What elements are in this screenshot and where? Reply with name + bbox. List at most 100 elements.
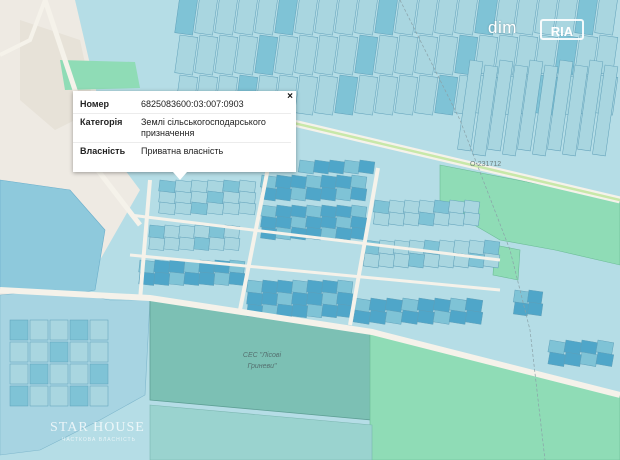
parcel[interactable] — [563, 351, 583, 367]
parcel[interactable] — [306, 291, 324, 307]
parcel[interactable] — [416, 309, 436, 325]
parcel[interactable] — [343, 159, 361, 175]
parcel[interactable] — [388, 211, 406, 227]
parcel[interactable] — [352, 309, 372, 325]
parcel[interactable] — [403, 211, 421, 227]
parcel[interactable] — [89, 319, 109, 341]
parcel[interactable] — [223, 236, 241, 251]
parcel[interactable] — [222, 201, 241, 216]
parcel[interactable] — [190, 201, 209, 216]
parcel[interactable] — [9, 319, 29, 341]
parcel[interactable] — [306, 279, 324, 295]
parcel[interactable] — [183, 271, 201, 286]
parcel[interactable] — [29, 363, 49, 385]
parcel[interactable] — [9, 341, 29, 363]
cadastral-map[interactable]: СЕС "Лісові Гриневи" О-231712 — [0, 0, 620, 460]
parcel[interactable] — [377, 252, 396, 269]
parcel[interactable] — [306, 303, 324, 319]
parcel[interactable] — [384, 309, 404, 325]
parcel[interactable] — [208, 236, 226, 251]
parcel[interactable] — [290, 186, 308, 202]
parcel[interactable] — [148, 224, 166, 239]
parcel[interactable] — [275, 186, 293, 202]
parcel[interactable] — [482, 239, 501, 256]
parcel[interactable] — [291, 303, 309, 319]
parcel[interactable] — [228, 271, 246, 286]
parcel[interactable] — [527, 289, 544, 305]
parcel[interactable] — [158, 201, 177, 216]
parcel[interactable] — [276, 291, 294, 307]
parcel[interactable] — [513, 289, 530, 305]
parcel[interactable] — [358, 159, 376, 175]
parcel[interactable] — [261, 291, 279, 307]
parcel[interactable] — [89, 341, 109, 363]
parcel[interactable] — [69, 385, 89, 407]
parcel[interactable] — [29, 341, 49, 363]
parcel[interactable] — [452, 239, 471, 256]
parcel[interactable] — [153, 259, 171, 274]
parcel[interactable] — [246, 291, 264, 307]
parcel[interactable] — [9, 363, 29, 385]
parcel[interactable] — [193, 224, 211, 239]
parcel[interactable] — [350, 186, 368, 202]
parcel[interactable] — [213, 271, 231, 286]
parcel[interactable] — [463, 211, 481, 227]
parcel[interactable] — [335, 186, 353, 202]
parcel[interactable] — [49, 385, 69, 407]
parcel[interactable] — [168, 259, 186, 274]
parcel[interactable] — [178, 224, 196, 239]
parcel[interactable] — [198, 271, 216, 286]
parcel[interactable] — [305, 186, 323, 202]
parcel[interactable] — [336, 279, 354, 295]
parcel[interactable] — [368, 309, 388, 325]
parcel[interactable] — [335, 226, 353, 241]
parcel[interactable] — [89, 385, 109, 407]
parcel[interactable] — [595, 351, 615, 367]
parcel[interactable] — [373, 211, 391, 227]
parcel[interactable] — [407, 239, 426, 256]
parcel[interactable] — [321, 303, 339, 319]
parcel[interactable] — [29, 385, 49, 407]
parcel[interactable] — [336, 291, 354, 307]
parcel[interactable] — [448, 309, 468, 325]
parcel[interactable] — [547, 351, 567, 367]
parcel[interactable] — [579, 351, 599, 367]
parcel[interactable] — [153, 271, 171, 286]
parcel[interactable] — [432, 309, 452, 325]
parcel[interactable] — [400, 309, 420, 325]
parcel[interactable] — [49, 363, 69, 385]
parcel[interactable] — [313, 159, 331, 175]
parcel[interactable] — [362, 252, 381, 269]
parcel[interactable] — [321, 291, 339, 307]
parcel[interactable] — [407, 252, 426, 269]
parcel[interactable] — [321, 279, 339, 295]
parcel[interactable] — [320, 186, 338, 202]
parcel[interactable] — [163, 236, 181, 251]
parcel[interactable] — [163, 224, 181, 239]
parcel[interactable] — [49, 341, 69, 363]
parcel[interactable] — [276, 279, 294, 295]
parcel[interactable] — [467, 239, 486, 256]
parcel[interactable] — [89, 363, 109, 385]
parcel[interactable] — [193, 236, 211, 251]
parcel[interactable] — [527, 301, 544, 317]
parcel[interactable] — [291, 291, 309, 307]
parcel[interactable] — [464, 309, 484, 325]
parcel[interactable] — [392, 252, 411, 269]
parcel[interactable] — [238, 201, 257, 216]
parcel[interactable] — [291, 279, 309, 295]
parcel[interactable] — [148, 236, 166, 251]
parcel[interactable] — [448, 211, 466, 227]
parcel[interactable] — [418, 211, 436, 227]
parcel[interactable] — [328, 159, 346, 175]
parcel[interactable] — [168, 271, 186, 286]
parcel[interactable] — [422, 252, 441, 269]
parcel[interactable] — [298, 159, 316, 175]
parcel[interactable] — [29, 319, 49, 341]
parcel[interactable] — [433, 211, 451, 227]
parcel[interactable] — [246, 279, 264, 295]
parcel[interactable] — [261, 279, 279, 295]
parcel[interactable] — [69, 319, 89, 341]
parcel[interactable] — [69, 363, 89, 385]
parcel[interactable] — [178, 236, 196, 251]
